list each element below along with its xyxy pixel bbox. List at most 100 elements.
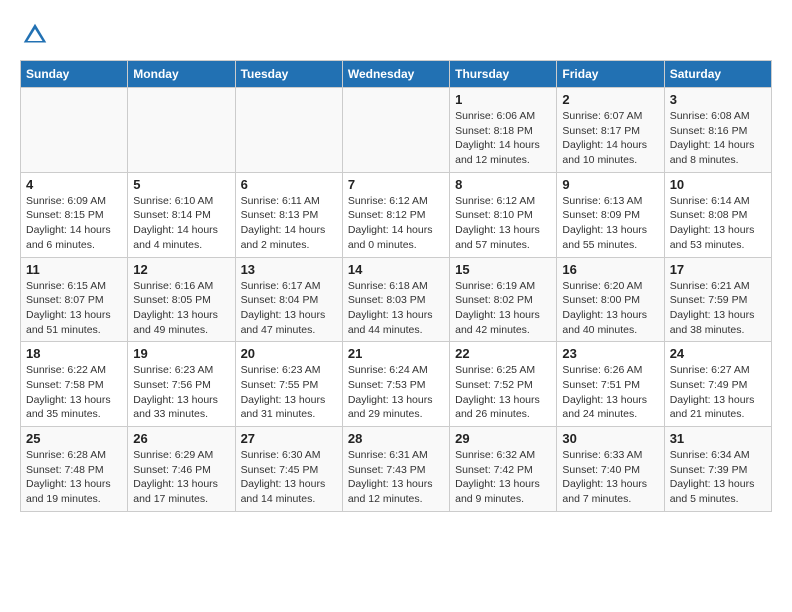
header-day-wednesday: Wednesday	[342, 61, 449, 88]
calendar-cell: 24 Sunrise: 6:27 AMSunset: 7:49 PMDayligh…	[664, 342, 771, 427]
day-number: 18	[26, 346, 122, 361]
header-day-friday: Friday	[557, 61, 664, 88]
calendar-cell: 30 Sunrise: 6:33 AMSunset: 7:40 PMDayligh…	[557, 427, 664, 512]
calendar-cell: 11Sunrise: 6:15 AMSunset: 8:07 PMDayligh…	[21, 257, 128, 342]
calendar-cell: 22 Sunrise: 6:25 AMSunset: 7:52 PMDayligh…	[450, 342, 557, 427]
day-info: Sunrise: 6:28 AMSunset: 7:48 PMDaylight:…	[26, 448, 122, 507]
week-row-4: 18 Sunrise: 6:22 AMSunset: 7:58 PMDayligh…	[21, 342, 772, 427]
day-number: 2	[562, 92, 658, 107]
day-number: 4	[26, 177, 122, 192]
day-number: 23	[562, 346, 658, 361]
calendar-cell: 10 Sunrise: 6:14 AMSunset: 8:08 PMDayligh…	[664, 172, 771, 257]
day-number: 21	[348, 346, 444, 361]
calendar-table: SundayMondayTuesdayWednesdayThursdayFrid…	[20, 60, 772, 512]
day-number: 10	[670, 177, 766, 192]
header-day-tuesday: Tuesday	[235, 61, 342, 88]
page-header	[20, 20, 772, 50]
day-number: 13	[241, 262, 337, 277]
calendar-cell: 18 Sunrise: 6:22 AMSunset: 7:58 PMDayligh…	[21, 342, 128, 427]
calendar-cell: 8 Sunrise: 6:12 AMSunset: 8:10 PMDaylight…	[450, 172, 557, 257]
day-info: Sunrise: 6:13 AMSunset: 8:09 PMDaylight:…	[562, 194, 658, 253]
calendar-cell: 15Sunrise: 6:19 AMSunset: 8:02 PMDayligh…	[450, 257, 557, 342]
calendar-cell: 26Sunrise: 6:29 AMSunset: 7:46 PMDayligh…	[128, 427, 235, 512]
day-info: Sunrise: 6:27 AMSunset: 7:49 PMDaylight:…	[670, 363, 766, 422]
day-number: 19	[133, 346, 229, 361]
logo	[20, 20, 54, 50]
day-info: Sunrise: 6:21 AMSunset: 7:59 PMDaylight:…	[670, 279, 766, 338]
day-number: 6	[241, 177, 337, 192]
calendar-cell: 20Sunrise: 6:23 AMSunset: 7:55 PMDayligh…	[235, 342, 342, 427]
day-info: Sunrise: 6:22 AMSunset: 7:58 PMDaylight:…	[26, 363, 122, 422]
week-row-5: 25 Sunrise: 6:28 AMSunset: 7:48 PMDayligh…	[21, 427, 772, 512]
calendar-cell: 12Sunrise: 6:16 AMSunset: 8:05 PMDayligh…	[128, 257, 235, 342]
calendar-cell: 9 Sunrise: 6:13 AMSunset: 8:09 PMDaylight…	[557, 172, 664, 257]
day-info: Sunrise: 6:33 AMSunset: 7:40 PMDaylight:…	[562, 448, 658, 507]
calendar-cell: 13 Sunrise: 6:17 AMSunset: 8:04 PMDayligh…	[235, 257, 342, 342]
day-info: Sunrise: 6:34 AMSunset: 7:39 PMDaylight:…	[670, 448, 766, 507]
calendar-cell: 19 Sunrise: 6:23 AMSunset: 7:56 PMDayligh…	[128, 342, 235, 427]
calendar-cell: 23 Sunrise: 6:26 AMSunset: 7:51 PMDayligh…	[557, 342, 664, 427]
calendar-cell: 29Sunrise: 6:32 AMSunset: 7:42 PMDayligh…	[450, 427, 557, 512]
day-info: Sunrise: 6:23 AMSunset: 7:56 PMDaylight:…	[133, 363, 229, 422]
week-row-2: 4 Sunrise: 6:09 AMSunset: 8:15 PMDaylight…	[21, 172, 772, 257]
calendar-cell: 21 Sunrise: 6:24 AMSunset: 7:53 PMDayligh…	[342, 342, 449, 427]
day-info: Sunrise: 6:15 AMSunset: 8:07 PMDaylight:…	[26, 279, 122, 338]
calendar-cell: 6 Sunrise: 6:11 AMSunset: 8:13 PMDaylight…	[235, 172, 342, 257]
header-day-thursday: Thursday	[450, 61, 557, 88]
header-day-monday: Monday	[128, 61, 235, 88]
header-day-sunday: Sunday	[21, 61, 128, 88]
day-number: 29	[455, 431, 551, 446]
week-row-3: 11Sunrise: 6:15 AMSunset: 8:07 PMDayligh…	[21, 257, 772, 342]
day-number: 1	[455, 92, 551, 107]
calendar-cell: 7Sunrise: 6:12 AMSunset: 8:12 PMDaylight…	[342, 172, 449, 257]
day-info: Sunrise: 6:18 AMSunset: 8:03 PMDaylight:…	[348, 279, 444, 338]
day-number: 26	[133, 431, 229, 446]
calendar-cell: 1Sunrise: 6:06 AMSunset: 8:18 PMDaylight…	[450, 88, 557, 173]
day-info: Sunrise: 6:14 AMSunset: 8:08 PMDaylight:…	[670, 194, 766, 253]
calendar-cell: 14Sunrise: 6:18 AMSunset: 8:03 PMDayligh…	[342, 257, 449, 342]
day-info: Sunrise: 6:09 AMSunset: 8:15 PMDaylight:…	[26, 194, 122, 253]
day-number: 3	[670, 92, 766, 107]
calendar-cell	[342, 88, 449, 173]
day-info: Sunrise: 6:25 AMSunset: 7:52 PMDaylight:…	[455, 363, 551, 422]
calendar-cell: 3 Sunrise: 6:08 AMSunset: 8:16 PMDaylight…	[664, 88, 771, 173]
calendar-cell: 17 Sunrise: 6:21 AMSunset: 7:59 PMDayligh…	[664, 257, 771, 342]
day-info: Sunrise: 6:17 AMSunset: 8:04 PMDaylight:…	[241, 279, 337, 338]
day-number: 30	[562, 431, 658, 446]
day-number: 16	[562, 262, 658, 277]
day-number: 31	[670, 431, 766, 446]
day-number: 27	[241, 431, 337, 446]
calendar-cell	[21, 88, 128, 173]
day-info: Sunrise: 6:11 AMSunset: 8:13 PMDaylight:…	[241, 194, 337, 253]
day-number: 15	[455, 262, 551, 277]
day-number: 5	[133, 177, 229, 192]
day-number: 9	[562, 177, 658, 192]
header-row: SundayMondayTuesdayWednesdayThursdayFrid…	[21, 61, 772, 88]
calendar-cell: 28 Sunrise: 6:31 AMSunset: 7:43 PMDayligh…	[342, 427, 449, 512]
calendar-cell: 5 Sunrise: 6:10 AMSunset: 8:14 PMDaylight…	[128, 172, 235, 257]
day-number: 28	[348, 431, 444, 446]
day-info: Sunrise: 6:10 AMSunset: 8:14 PMDaylight:…	[133, 194, 229, 253]
day-info: Sunrise: 6:08 AMSunset: 8:16 PMDaylight:…	[670, 109, 766, 168]
day-info: Sunrise: 6:30 AMSunset: 7:45 PMDaylight:…	[241, 448, 337, 507]
day-info: Sunrise: 6:26 AMSunset: 7:51 PMDaylight:…	[562, 363, 658, 422]
calendar-cell: 2 Sunrise: 6:07 AMSunset: 8:17 PMDaylight…	[557, 88, 664, 173]
day-number: 7	[348, 177, 444, 192]
day-info: Sunrise: 6:12 AMSunset: 8:10 PMDaylight:…	[455, 194, 551, 253]
day-number: 20	[241, 346, 337, 361]
day-info: Sunrise: 6:16 AMSunset: 8:05 PMDaylight:…	[133, 279, 229, 338]
calendar-cell: 31 Sunrise: 6:34 AMSunset: 7:39 PMDayligh…	[664, 427, 771, 512]
header-day-saturday: Saturday	[664, 61, 771, 88]
calendar-cell: 27 Sunrise: 6:30 AMSunset: 7:45 PMDayligh…	[235, 427, 342, 512]
calendar-cell: 16 Sunrise: 6:20 AMSunset: 8:00 PMDayligh…	[557, 257, 664, 342]
day-number: 24	[670, 346, 766, 361]
day-number: 8	[455, 177, 551, 192]
day-info: Sunrise: 6:24 AMSunset: 7:53 PMDaylight:…	[348, 363, 444, 422]
week-row-1: 1Sunrise: 6:06 AMSunset: 8:18 PMDaylight…	[21, 88, 772, 173]
day-info: Sunrise: 6:31 AMSunset: 7:43 PMDaylight:…	[348, 448, 444, 507]
day-info: Sunrise: 6:20 AMSunset: 8:00 PMDaylight:…	[562, 279, 658, 338]
day-info: Sunrise: 6:07 AMSunset: 8:17 PMDaylight:…	[562, 109, 658, 168]
day-number: 22	[455, 346, 551, 361]
day-number: 25	[26, 431, 122, 446]
day-number: 17	[670, 262, 766, 277]
